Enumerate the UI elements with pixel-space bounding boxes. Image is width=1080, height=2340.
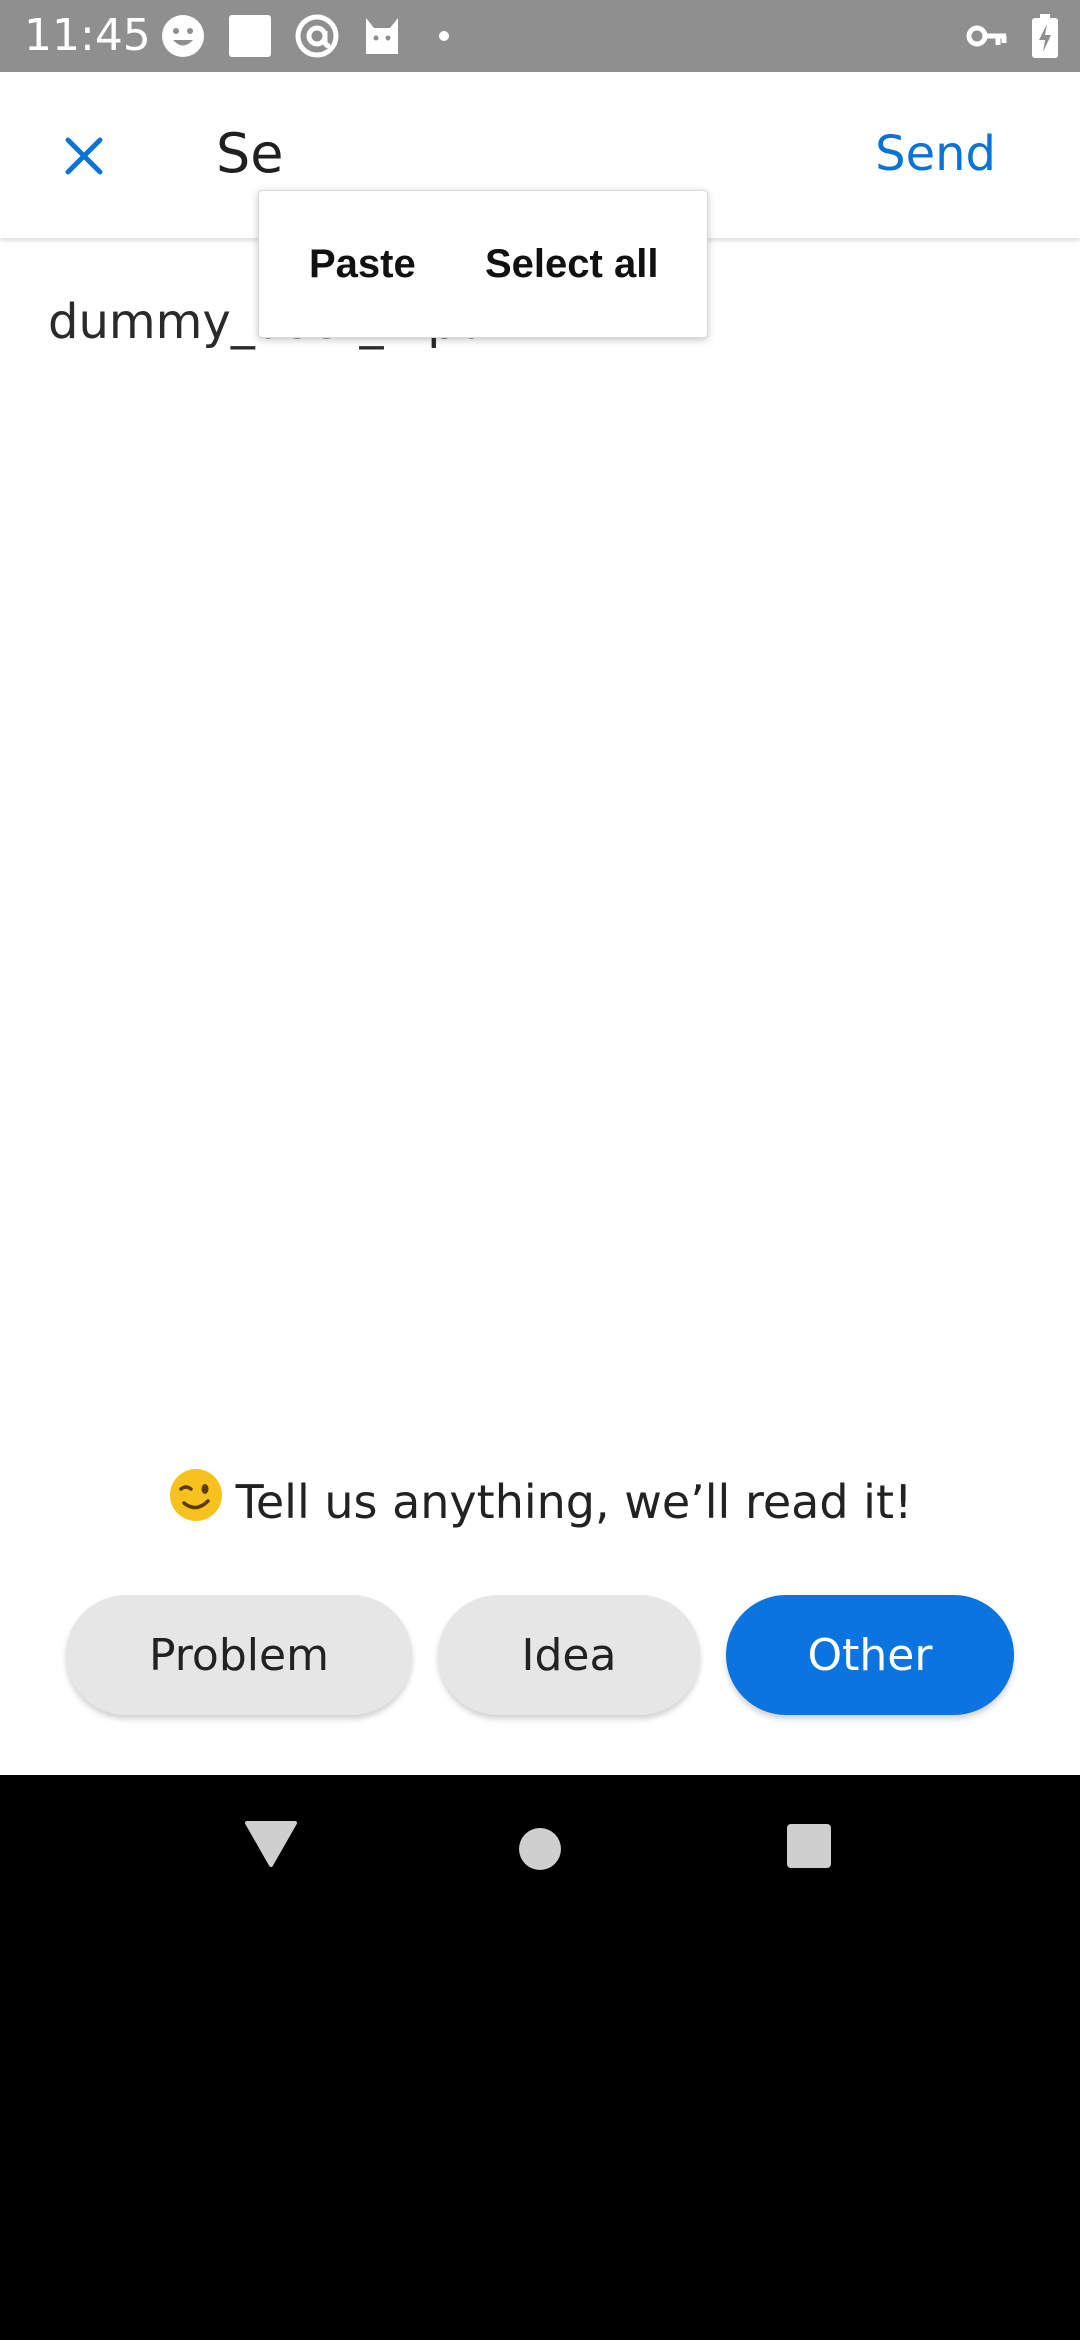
square-icon bbox=[228, 14, 272, 58]
chip-label: Idea bbox=[521, 1629, 617, 1681]
prompt-text: Tell us anything, we’ll read it! bbox=[235, 1475, 913, 1529]
dot-icon bbox=[424, 26, 464, 46]
feedback-screen: Se Send Paste Select all dummy_user_inpu… bbox=[0, 72, 1080, 1775]
status-time: 11:45 bbox=[24, 10, 151, 61]
send-button[interactable]: Send bbox=[875, 122, 996, 186]
screen: 11:45 Se Send Paste Select all Tell us a… bbox=[0, 0, 1080, 2340]
close-button[interactable] bbox=[44, 118, 124, 198]
chip-label: Problem bbox=[149, 1629, 329, 1681]
paste-menu-item[interactable]: Paste bbox=[309, 239, 416, 289]
category-chip-problem[interactable]: Problem bbox=[66, 1595, 412, 1715]
navigation-bar bbox=[0, 1775, 1080, 1915]
home-circle-icon[interactable] bbox=[518, 1827, 562, 1876]
prompt-line: Tell us anything, we’ll read it! bbox=[0, 1468, 1080, 1537]
status-bar: 11:45 bbox=[0, 0, 1080, 72]
page-title: Se bbox=[216, 122, 284, 185]
status-icons-left bbox=[160, 12, 464, 60]
key-icon bbox=[966, 23, 1008, 49]
back-triangle-icon[interactable] bbox=[245, 1821, 297, 1872]
cat-icon bbox=[362, 14, 402, 58]
smiley-icon bbox=[160, 13, 206, 59]
text-context-menu: Paste Select all bbox=[258, 190, 708, 338]
category-chip-other[interactable]: Other bbox=[726, 1595, 1014, 1715]
status-icons-right bbox=[966, 12, 1058, 60]
select-all-menu-item[interactable]: Select all bbox=[485, 239, 658, 289]
category-chip-idea[interactable]: Idea bbox=[438, 1595, 700, 1715]
recents-square-icon[interactable] bbox=[786, 1823, 832, 1874]
winking-face-icon bbox=[168, 1467, 224, 1537]
at-sign-icon bbox=[294, 13, 340, 59]
chip-label: Other bbox=[807, 1629, 933, 1681]
close-icon bbox=[64, 136, 104, 181]
battery-charging-icon bbox=[1032, 14, 1058, 58]
